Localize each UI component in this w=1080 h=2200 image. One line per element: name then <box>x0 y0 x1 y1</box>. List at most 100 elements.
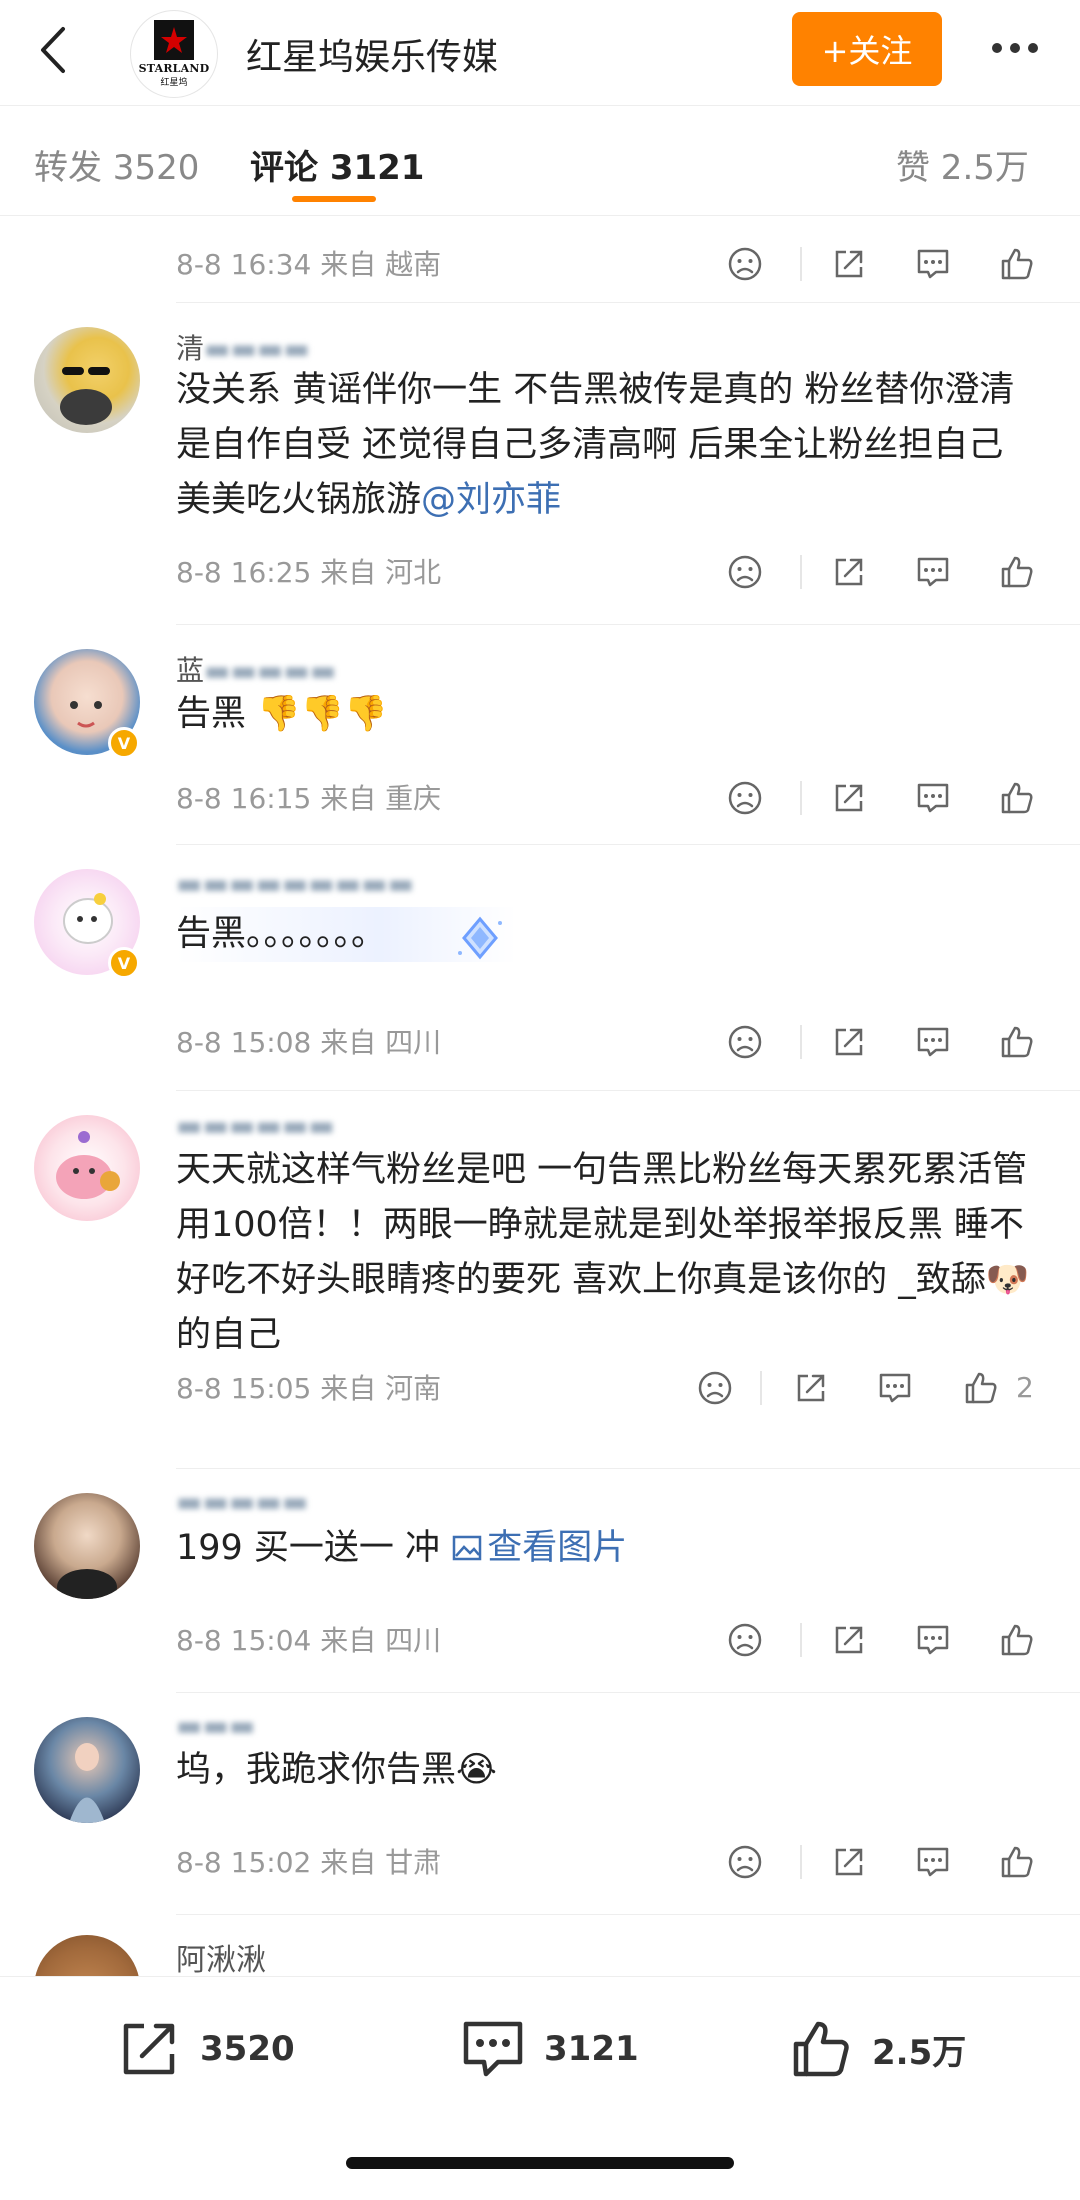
commenter-avatar[interactable] <box>34 327 140 433</box>
dislike-button[interactable] <box>720 1837 770 1887</box>
reply-button[interactable] <box>908 1017 958 1067</box>
like-button[interactable] <box>992 773 1042 823</box>
share-button[interactable] <box>824 1615 874 1665</box>
reply-button[interactable] <box>908 547 958 597</box>
comment-icon <box>879 1373 911 1403</box>
commenter-avatar[interactable] <box>34 1493 140 1599</box>
like-button[interactable] <box>992 1837 1042 1887</box>
back-button[interactable] <box>24 20 80 80</box>
tab-repost[interactable]: 转发 3520 <box>34 140 199 189</box>
action-separator <box>800 1623 802 1657</box>
share-icon <box>797 1374 825 1402</box>
comment-list[interactable]: 8-8 16:34 来自 越南 清▬▬▬▬ 没关系 黄谣伴你一生 不告黑被传是真… <box>0 217 1080 1977</box>
reply-button[interactable] <box>908 773 958 823</box>
dislike-face-icon <box>728 1025 762 1059</box>
reply-button[interactable] <box>870 1363 920 1413</box>
tab-likes[interactable]: 赞 2.5万 <box>896 140 1029 189</box>
like-thumb-icon <box>965 1372 997 1404</box>
like-post-button[interactable]: 2.5万 <box>790 2013 966 2085</box>
blurred-username: ▬▬▬▬▬ <box>204 654 337 687</box>
share-button[interactable] <box>824 1017 874 1067</box>
avatar-image-icon <box>69 1743 105 1823</box>
dislike-button[interactable] <box>720 773 770 823</box>
share-button[interactable] <box>824 1837 874 1887</box>
commenter-avatar[interactable] <box>34 1717 140 1823</box>
comment-actions <box>720 1615 1080 1665</box>
more-dot-icon <box>1010 43 1020 53</box>
more-options-button[interactable] <box>980 28 1050 68</box>
like-button[interactable] <box>992 239 1042 289</box>
commenter-username[interactable]: ▬▬▬▬▬ <box>176 1485 308 1518</box>
comment-meta: 8-8 15:08 来自 四川 <box>176 1026 442 1059</box>
reply-button[interactable] <box>908 239 958 289</box>
dislike-button[interactable] <box>720 1615 770 1665</box>
comment-body: 天天就这样气粉丝是吧 一句告黑比粉丝每天累死累活管用100倍！！两眼一睁就是就是… <box>176 1150 1028 1300</box>
account-name[interactable]: 红星坞娱乐传媒 <box>246 28 498 80</box>
comment-button[interactable]: 3121 <box>460 2013 639 2085</box>
dislike-button[interactable] <box>690 1363 740 1413</box>
bottom-action-bar: 3520 3121 2.5万 <box>0 1976 1080 2200</box>
share-icon <box>835 1848 863 1876</box>
diamond-sticker-icon <box>452 913 508 963</box>
comment-item: 清▬▬▬▬ 没关系 黄谣伴你一生 不告黑被传是真的 粉丝替你澄清是自作自受 还觉… <box>0 303 1080 625</box>
commenter-avatar[interactable] <box>34 1115 140 1221</box>
more-dot-icon <box>992 43 1002 53</box>
comment-actions <box>720 239 1080 289</box>
dislike-button[interactable] <box>720 1017 770 1067</box>
repost-button[interactable]: 3520 <box>118 2013 295 2085</box>
dog-emoji-icon: 🐶 <box>985 1260 1030 1300</box>
commenter-username[interactable]: ▬▬▬▬▬▬▬▬▬ <box>176 867 414 900</box>
comment-body: 告黑。。。。。。。 <box>176 914 387 954</box>
comment-icon <box>917 557 949 587</box>
comment-meta: 8-8 15:05 来自 河南 <box>176 1372 442 1405</box>
share-button[interactable] <box>824 773 874 823</box>
avatar-image-icon <box>60 367 112 425</box>
share-icon <box>835 1028 863 1056</box>
follow-button[interactable]: +关注 <box>792 12 942 86</box>
like-count-total: 2.5万 <box>872 2032 967 2073</box>
repost-count: 3520 <box>200 2029 295 2069</box>
username-text: 清 <box>176 332 205 365</box>
like-button[interactable] <box>992 1017 1042 1067</box>
commenter-avatar[interactable] <box>34 1935 140 1977</box>
share-button[interactable] <box>786 1363 836 1413</box>
dislike-button[interactable] <box>720 239 770 289</box>
dislike-button[interactable] <box>720 547 770 597</box>
avatar-image-icon <box>56 1131 120 1199</box>
comment-body-end: 的自己 <box>176 1315 282 1355</box>
view-picture-link[interactable]: 查看图片 <box>451 1528 627 1568</box>
reply-button[interactable] <box>908 1615 958 1665</box>
comment-body: 告黑 <box>176 694 247 734</box>
logo-brand-subtext: 红星坞 <box>160 78 188 88</box>
tab-comments[interactable]: 评论 3121 <box>250 140 424 189</box>
like-thumb-icon <box>793 2021 849 2077</box>
like-button[interactable] <box>956 1363 1006 1413</box>
home-indicator[interactable] <box>346 2157 734 2169</box>
share-icon <box>835 1626 863 1654</box>
like-thumb-icon <box>1001 1624 1033 1656</box>
action-separator <box>800 781 802 815</box>
commenter-username[interactable]: ▬▬▬▬▬▬ <box>176 1109 335 1142</box>
like-button[interactable] <box>992 1615 1042 1665</box>
action-separator <box>800 247 802 281</box>
like-button[interactable] <box>992 547 1042 597</box>
dislike-face-icon <box>698 1371 732 1405</box>
comment-text: 告黑 👎👎👎 <box>176 687 1036 742</box>
comment-actions <box>720 1017 1080 1067</box>
comment-icon <box>463 2021 523 2077</box>
like-count: 2 <box>1016 1371 1034 1404</box>
share-button[interactable] <box>824 547 874 597</box>
share-button[interactable] <box>824 239 874 289</box>
commenter-username[interactable]: 清▬▬▬▬ <box>176 327 310 367</box>
account-avatar-logo[interactable]: STARLAND 红星坞 <box>130 10 218 98</box>
commenter-username[interactable]: 阿湫湫 <box>176 1935 266 1977</box>
commenter-username[interactable]: 蓝▬▬▬▬▬ <box>176 649 336 689</box>
mention-link[interactable]: @刘亦菲 <box>421 480 561 520</box>
verified-badge-icon: V <box>108 947 140 979</box>
blurred-username: ▬▬▬▬ <box>204 332 310 365</box>
reply-button[interactable] <box>908 1837 958 1887</box>
comment-body: 坞，我跪求你告黑 <box>176 1750 457 1790</box>
comment-item: V ▬▬▬▬▬▬▬▬▬ 告黑。。。。。。。 8-8 15:08 来自 四川 <box>0 845 1080 1091</box>
comment-item: ▬▬▬▬▬▬ 天天就这样气粉丝是吧 一句告黑比粉丝每天累死累活管用100倍！！两… <box>0 1091 1080 1469</box>
commenter-username[interactable]: ▬▬▬ <box>176 1709 255 1742</box>
